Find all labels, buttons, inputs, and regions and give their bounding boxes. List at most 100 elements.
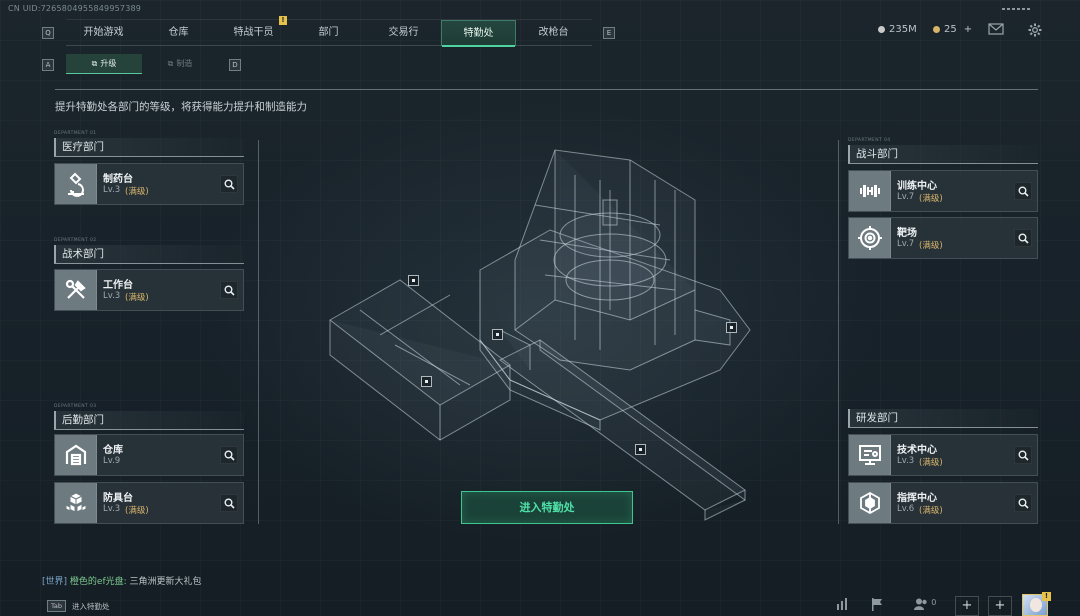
tab-trading[interactable]: 交易行 xyxy=(366,20,441,46)
facility-card-warehouse[interactable]: 仓库 Lv.9 xyxy=(54,434,244,476)
facility-name: 仓库 xyxy=(103,445,123,456)
department-title: 研发部门 xyxy=(848,409,1038,428)
facility-level: Lv.7 xyxy=(897,192,915,202)
tab-label: 部门 xyxy=(318,27,339,38)
divider xyxy=(55,89,1038,90)
subtab-craft[interactable]: ⧉ 制造 xyxy=(142,54,218,74)
subtab-label: 升级 xyxy=(100,59,117,68)
subtab-next-key[interactable]: D xyxy=(229,59,241,71)
tab-hint-label: 进入特勤处 xyxy=(72,601,110,611)
tab-gunsmith[interactable]: 改枪台 xyxy=(516,20,591,46)
facility-name: 制药台 xyxy=(103,174,133,185)
search-icon[interactable] xyxy=(220,494,238,512)
chat-message[interactable]: [世界] 橙色的ef光盘: 三角洲更新大礼包 xyxy=(42,574,202,587)
tab-label: 开始游戏 xyxy=(83,27,124,38)
subtab-label: 制造 xyxy=(176,59,193,68)
facility-marker[interactable] xyxy=(492,329,503,340)
facility-maxed-badge: (满级) xyxy=(919,194,943,204)
facility-card-pharmacy[interactable]: 制药台 Lv.3 (满级) xyxy=(54,163,244,205)
facility-marker[interactable] xyxy=(726,322,737,333)
nav-next-key[interactable]: E xyxy=(603,27,615,39)
tools-icon xyxy=(55,270,97,310)
facility-maxed-badge: (满级) xyxy=(125,506,149,516)
subtab-prev-key[interactable]: A xyxy=(42,59,54,71)
friends-count: 0 xyxy=(931,598,937,607)
target-icon xyxy=(849,218,891,258)
facility-name: 防具台 xyxy=(103,493,133,504)
tab-department[interactable]: 部门 xyxy=(291,20,366,46)
warehouse-icon xyxy=(55,435,97,475)
tab-warehouse[interactable]: 仓库 xyxy=(141,20,216,46)
player-uid: CN UID:7265804955849957389 xyxy=(8,4,142,13)
tab-operators[interactable]: 特战干员! xyxy=(216,16,291,46)
add-teammate-button[interactable]: + xyxy=(988,596,1012,616)
department-title: 后勤部门 xyxy=(54,411,244,430)
gold-currency[interactable]: 25 + xyxy=(933,24,972,35)
facility-marker[interactable] xyxy=(408,275,419,286)
search-icon[interactable] xyxy=(220,446,238,464)
department-tag xyxy=(848,402,1038,409)
tab-label: 特勤处 xyxy=(463,28,494,39)
facility-card-command-center[interactable]: 指挥中心 Lv.6 (满级) xyxy=(848,482,1038,524)
notification-badge: ! xyxy=(279,16,287,25)
department-combat: DEPARTMENT 04 战斗部门 xyxy=(848,138,1038,164)
facility-maxed-badge: (满级) xyxy=(125,293,149,303)
search-icon[interactable] xyxy=(220,281,238,299)
subtab-upgrade[interactable]: ⧉ 升级 xyxy=(66,54,142,74)
facility-card-tech-center[interactable]: 技术中心 Lv.3 (满级) xyxy=(848,434,1038,476)
department-tag: DEPARTMENT 04 xyxy=(848,138,891,143)
decorative-dots xyxy=(1002,8,1030,10)
facility-level: Lv.9 xyxy=(103,456,121,466)
nav-prev-key[interactable]: Q xyxy=(42,27,54,39)
friends-icon[interactable]: 0 xyxy=(912,598,938,614)
boxes-icon xyxy=(55,483,97,523)
search-icon[interactable] xyxy=(220,175,238,193)
tab-label: 仓库 xyxy=(168,27,189,38)
facility-name: 训练中心 xyxy=(897,181,937,192)
tab-hint[interactable]: Tab 进入特勤处 xyxy=(47,600,110,612)
department-tag: DEPARTMENT 03 xyxy=(54,404,97,409)
search-icon[interactable] xyxy=(1014,229,1032,247)
search-icon[interactable] xyxy=(1014,446,1032,464)
upgrade-icon: ⧉ xyxy=(91,59,98,68)
add-gold-icon[interactable]: + xyxy=(964,24,972,35)
tab-label: 交易行 xyxy=(388,27,419,38)
avatar-notification-badge: ! xyxy=(1042,592,1051,601)
department-tag: DEPARTMENT 01 xyxy=(54,131,97,136)
facility-3d-model[interactable] xyxy=(300,130,780,530)
department-title: 战斗部门 xyxy=(848,145,1038,164)
silver-coin-icon xyxy=(878,26,885,33)
department-tactical: DEPARTMENT 02 战术部门 xyxy=(54,238,244,264)
facility-card-workbench[interactable]: 工作台 Lv.3 (满级) xyxy=(54,269,244,311)
settings-gear-icon[interactable] xyxy=(1027,23,1043,37)
facility-card-training-center[interactable]: 训练中心 Lv.7 (满级) xyxy=(848,170,1038,212)
chip-icon xyxy=(849,483,891,523)
facility-level: Lv.3 xyxy=(103,185,121,195)
stats-chart-icon[interactable] xyxy=(834,598,852,614)
search-icon[interactable] xyxy=(1014,182,1032,200)
tab-start-game[interactable]: 开始游戏 xyxy=(66,20,141,46)
facility-maxed-badge: (满级) xyxy=(125,187,149,197)
facility-marker[interactable] xyxy=(635,444,646,455)
facility-name: 技术中心 xyxy=(897,445,937,456)
silver-currency: 235M xyxy=(878,24,917,35)
enter-facility-button[interactable]: 进入特勤处 xyxy=(461,491,633,524)
chat-channel: [世界] xyxy=(42,577,68,587)
facility-level: Lv.3 xyxy=(103,504,121,514)
facility-card-shooting-range[interactable]: 靶场 Lv.7 (满级) xyxy=(848,217,1038,259)
facility-name: 指挥中心 xyxy=(897,493,937,504)
flag-icon[interactable] xyxy=(868,598,886,614)
department-research: 研发部门 xyxy=(848,402,1038,428)
facility-card-armor-bench[interactable]: 防具台 Lv.3 (满级) xyxy=(54,482,244,524)
tab-special-ops[interactable]: 特勤处 xyxy=(441,20,516,47)
gold-amount: 25 xyxy=(944,24,957,35)
facility-level: Lv.3 xyxy=(897,456,915,466)
facility-marker[interactable] xyxy=(421,376,432,387)
facility-level: Lv.6 xyxy=(897,504,915,514)
add-teammate-button[interactable]: + xyxy=(955,596,979,616)
search-icon[interactable] xyxy=(1014,494,1032,512)
microscope-icon xyxy=(55,164,97,204)
mail-icon[interactable] xyxy=(988,23,1004,37)
facility-maxed-badge: (满级) xyxy=(919,241,943,251)
department-medical: DEPARTMENT 01 医疗部门 xyxy=(54,131,244,157)
